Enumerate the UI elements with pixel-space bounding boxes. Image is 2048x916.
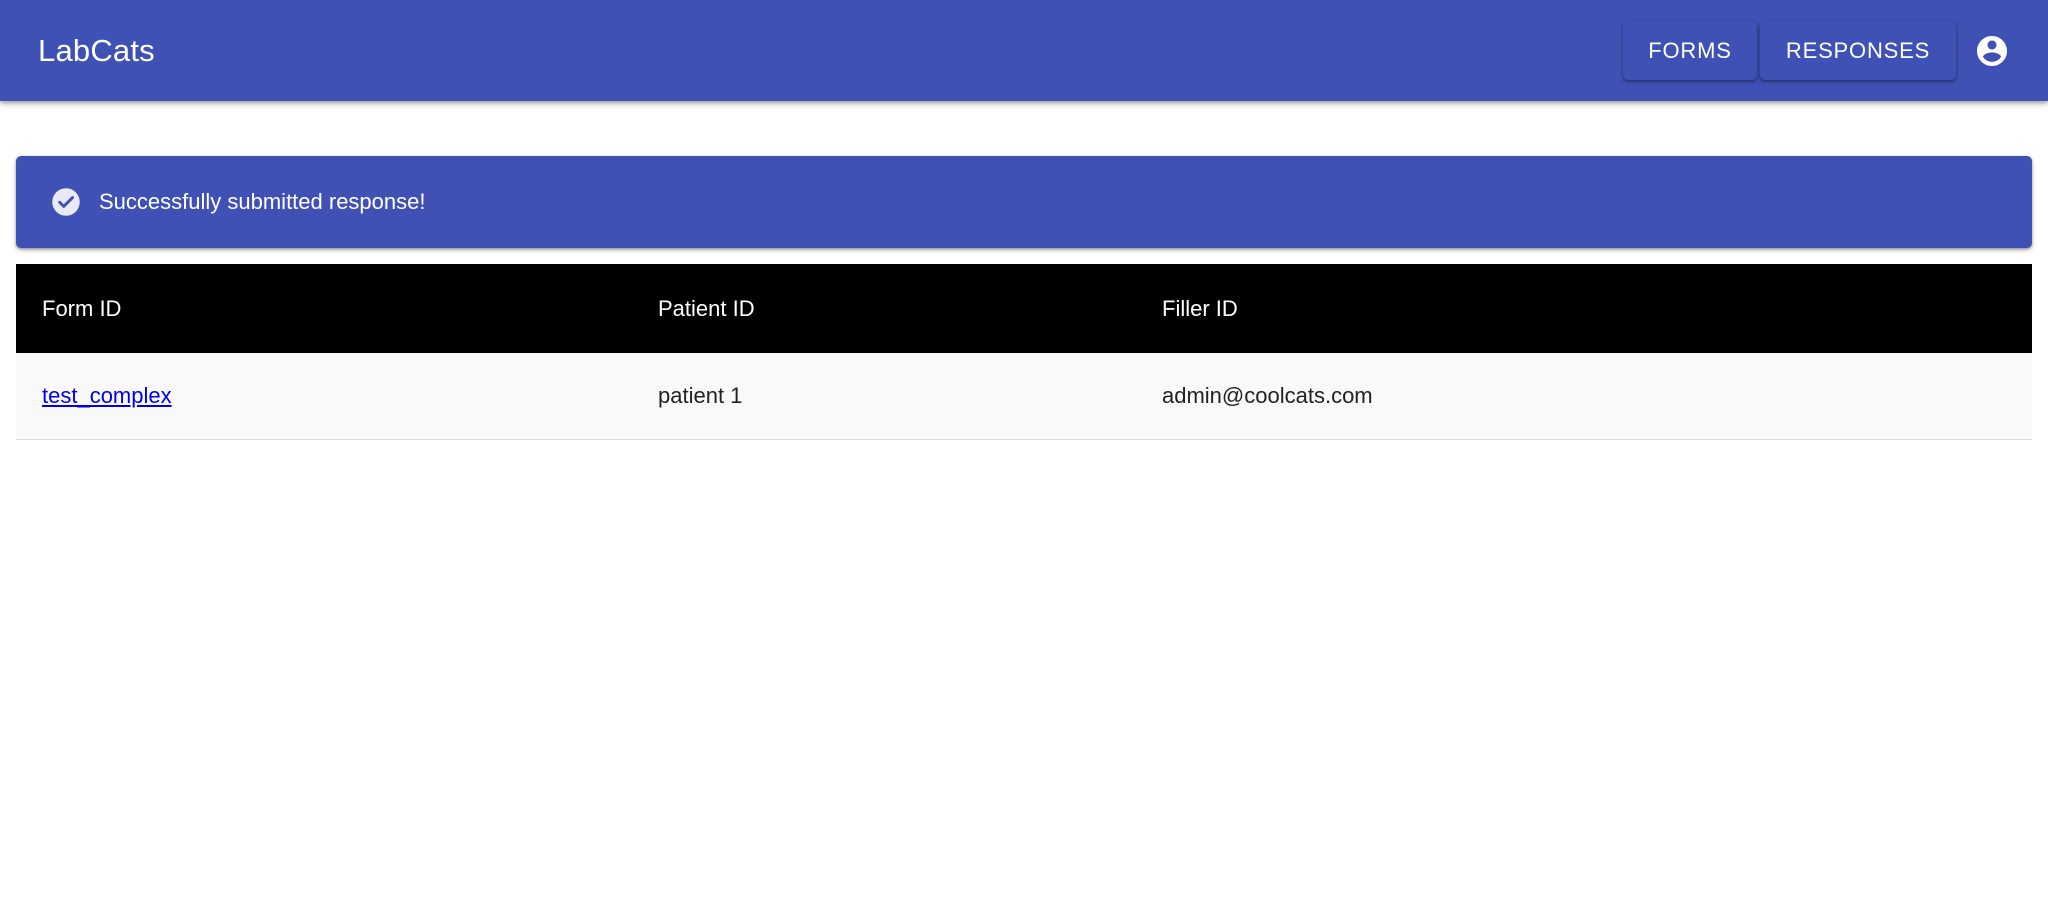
column-header-patient-id[interactable]: Patient ID [658, 296, 755, 322]
account-circle-icon [1977, 35, 2007, 66]
account-button[interactable] [1964, 23, 2020, 79]
filler-id-cell: admin@coolcats.com [1162, 383, 1373, 408]
forms-button[interactable]: FORMS [1623, 21, 1757, 80]
app-title[interactable]: LabCats [38, 33, 155, 69]
column-header-filler-id[interactable]: Filler ID [1162, 296, 1238, 322]
success-alert: Successfully submitted response! [16, 156, 2032, 248]
responses-table: Form ID Patient ID Filler ID test_comple… [16, 264, 2032, 440]
check-circle-icon [51, 187, 81, 217]
table-header: Form ID Patient ID Filler ID [16, 264, 2032, 353]
app-bar: LabCats FORMS RESPONSES [0, 0, 2048, 101]
top-nav: FORMS RESPONSES [1620, 21, 2010, 80]
alert-message: Successfully submitted response! [99, 189, 426, 214]
responses-button[interactable]: RESPONSES [1760, 21, 1956, 80]
form-id-link[interactable]: test_complex [42, 383, 172, 409]
table-row: test_complex patient 1 admin@coolcats.co… [16, 353, 2032, 440]
patient-id-cell: patient 1 [658, 383, 743, 408]
column-header-form-id[interactable]: Form ID [42, 296, 121, 322]
